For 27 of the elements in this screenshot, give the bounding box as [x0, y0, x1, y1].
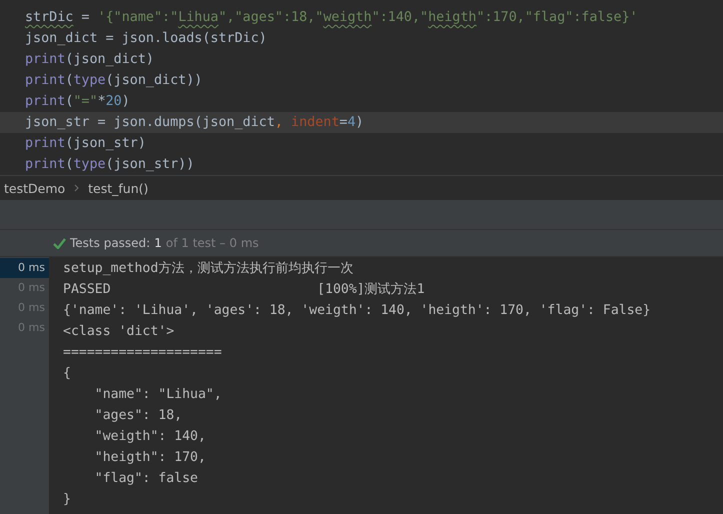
console-line: "name": "Lihua",	[94, 386, 223, 404]
console-line: {'name': 'Lihua', 'ages': 18, 'weigth': 140, 'heigth': 170, 'flag': False}	[63, 302, 651, 320]
status-label: Tests passed:	[70, 236, 150, 250]
test-duration[interactable]: 0 ms	[0, 258, 49, 278]
console-line: ====================	[63, 344, 223, 362]
console-line: "weigth": 140,	[94, 428, 207, 446]
breadcrumb-item[interactable]: test_fun()	[88, 180, 148, 196]
console-line: }	[63, 491, 72, 509]
code-line: print(type(json_str))	[24, 156, 196, 174]
console-line: "heigth": 170,	[94, 449, 207, 467]
code-line: print(type(json_dict))	[24, 72, 204, 90]
passed-count: 1	[154, 236, 162, 250]
status-detail: of 1 test – 0 ms	[166, 236, 259, 250]
console-line: <class 'dict'>	[63, 323, 176, 341]
console-line: "flag": false	[94, 470, 199, 488]
check-icon	[53, 238, 66, 248]
code-line: print(json_dict)	[24, 51, 155, 69]
chevron-icon	[74, 184, 80, 192]
console-line: "ages": 18,	[94, 407, 184, 425]
code-line: print(json_str)	[24, 135, 147, 153]
breadcrumb-item[interactable]: testDemo	[4, 180, 66, 196]
code-line: strDic = '{"name":"Lihua","ages":18,"weigth":140,"heigth":170,"flag":false}'	[24, 9, 639, 27]
code-line: print("="*20)	[24, 93, 131, 111]
code-line: json_dict = json.loads(strDic)	[24, 30, 268, 48]
console-line: {	[63, 365, 72, 383]
console-line: setup_method方法，测试方法执行前均执行一次	[63, 260, 354, 278]
console-line: PASSED [100%]测试方法1	[63, 281, 426, 299]
